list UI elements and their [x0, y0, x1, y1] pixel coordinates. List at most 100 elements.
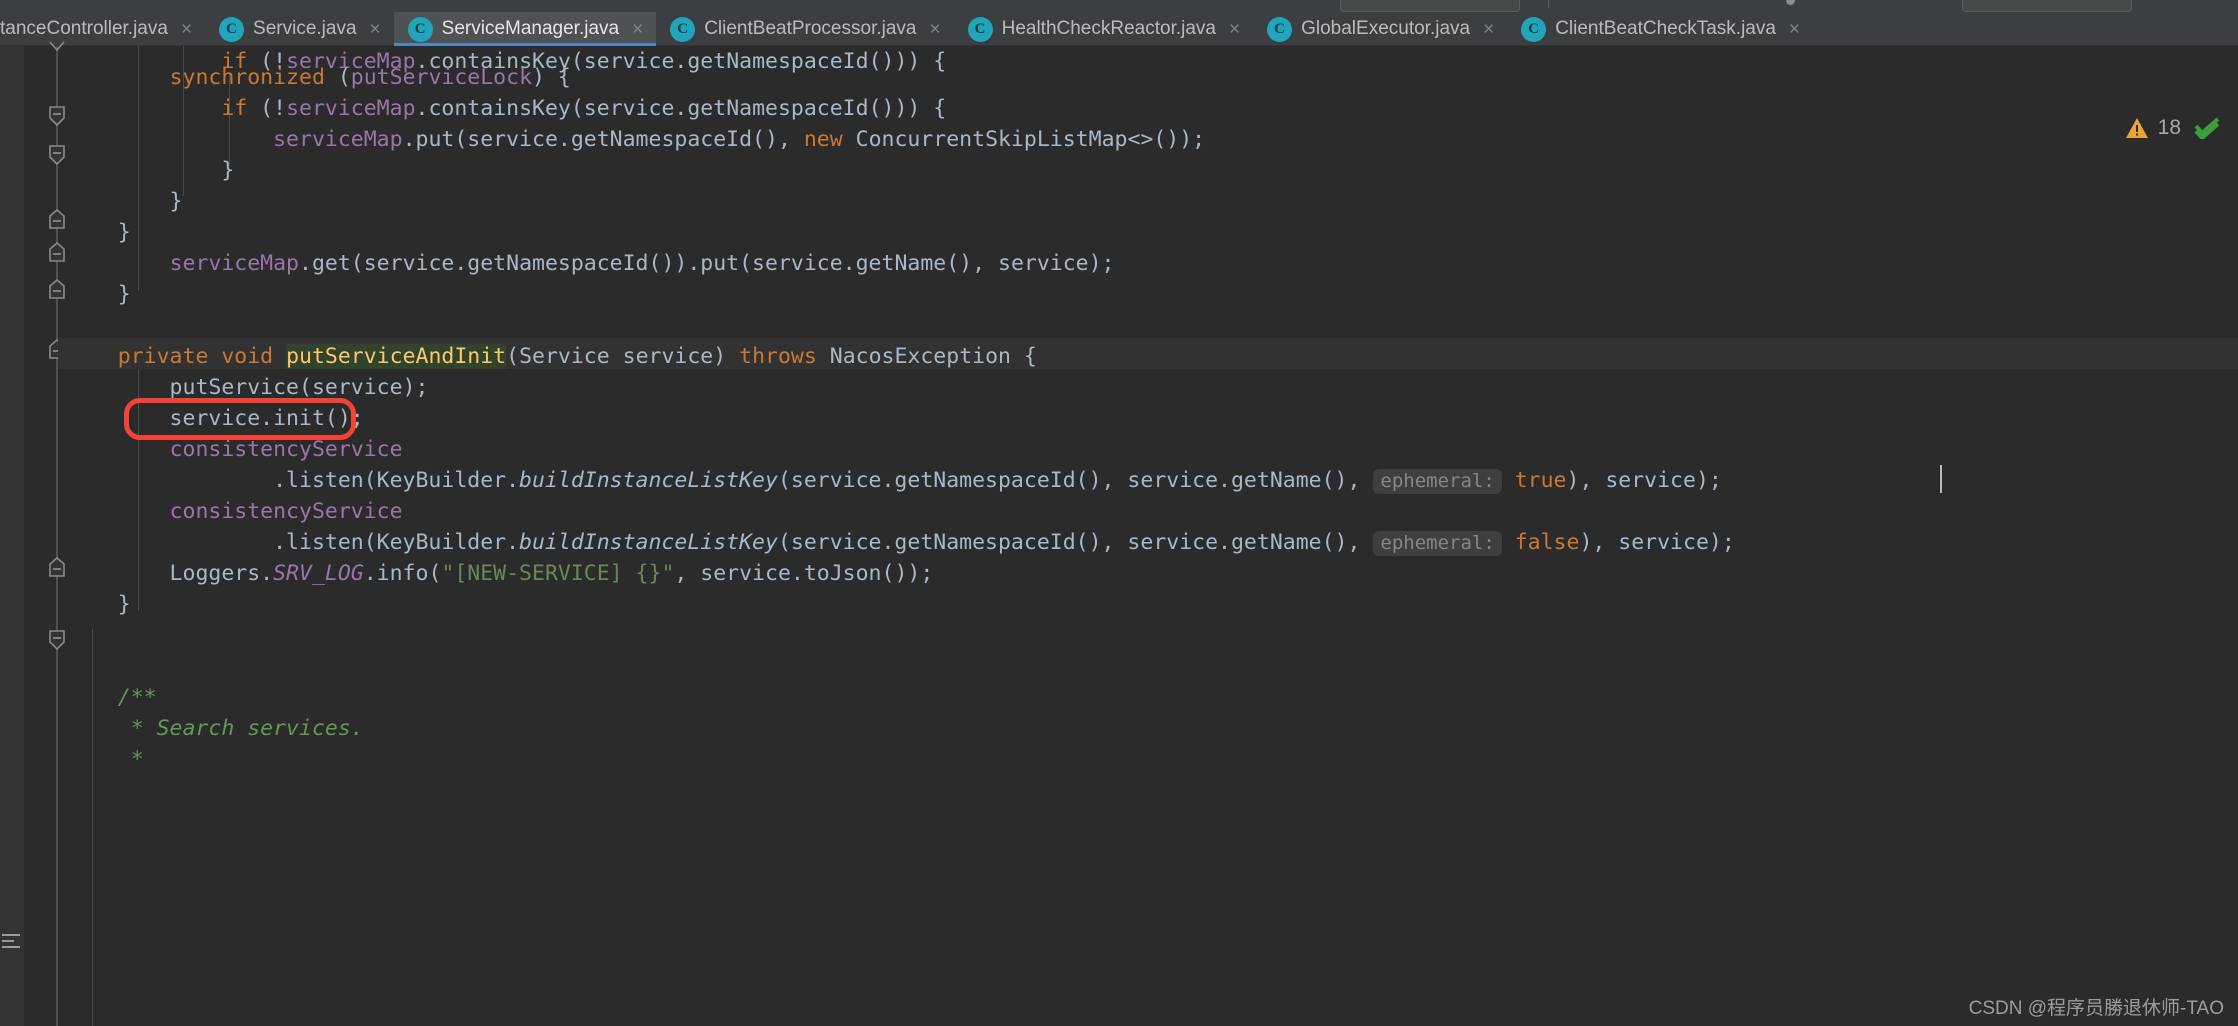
java-class-icon: C	[407, 16, 433, 42]
code-token: }	[66, 592, 131, 617]
code-token: throws	[739, 344, 817, 369]
code-line[interactable]: consistencyService	[0, 434, 2238, 465]
code-line[interactable]: serviceMap.get(service.getNamespaceId())…	[0, 248, 2238, 279]
inspection-status-widget[interactable]: 18	[2125, 116, 2220, 140]
code-line[interactable]: }	[0, 155, 2238, 186]
code-token: *	[66, 747, 144, 772]
warning-count: 18	[2157, 116, 2181, 139]
editor-tab-service[interactable]: C Service.java ×	[205, 12, 394, 46]
code-token: .listen(KeyBuilder.	[66, 530, 520, 555]
code-line[interactable]: service.init();	[0, 403, 2238, 434]
editor-tab-tancecontroller[interactable]: tanceController.java ×	[0, 12, 205, 46]
code-token: .put(service.getNamespaceId(),	[402, 127, 804, 152]
java-class-icon: C	[967, 16, 993, 42]
editor-tab-label: ServiceManager.java	[441, 18, 620, 39]
code-token: }	[66, 282, 131, 307]
code-line[interactable]: }	[0, 217, 2238, 248]
java-class-icon: C	[1267, 16, 1293, 42]
code-line[interactable]: .listen(KeyBuilder.buildInstanceListKey(…	[0, 465, 2238, 496]
code-token: (!	[247, 96, 287, 121]
code-line[interactable]: if (!serviceMap.containsKey(service.getN…	[0, 93, 2238, 124]
code-token: buildInstanceListKey	[519, 468, 778, 493]
close-icon[interactable]: ×	[1483, 20, 1494, 39]
editor-tab-label: ClientBeatCheckTask.java	[1555, 18, 1776, 39]
code-token: SRV_LOG	[273, 561, 364, 586]
code-token: consistencyService	[169, 499, 403, 524]
code-token: buildInstanceListKey	[519, 530, 778, 555]
close-icon[interactable]: ×	[632, 20, 643, 39]
code-line[interactable]: }	[0, 186, 2238, 217]
editor-tab-label: HealthCheckReactor.java	[1001, 18, 1216, 39]
code-token: (service.getNamespaceId(), service.getNa…	[777, 468, 1374, 493]
editor-tab-healthcheckreactor[interactable]: C HealthCheckReactor.java ×	[954, 12, 1254, 46]
code-token: * Search services.	[66, 716, 364, 741]
toolbar-separator	[1548, 0, 1549, 8]
code-line[interactable]	[0, 651, 2238, 682]
code-editor[interactable]: if (!serviceMap.containsKey(service.getN…	[0, 41, 2238, 1026]
code-token: .containsKey(service.getNamespaceId())) …	[415, 96, 947, 121]
code-token: /**	[66, 685, 157, 710]
code-token: (service.getNamespaceId(), service.getNa…	[777, 530, 1374, 555]
code-line[interactable]: consistencyService	[0, 496, 2238, 527]
close-icon[interactable]: ×	[929, 20, 940, 39]
code-token: false	[1514, 530, 1580, 555]
code-token: (Service service)	[506, 344, 740, 369]
code-line[interactable]: putService(service);	[0, 372, 2238, 403]
code-line[interactable]: * Search services.	[0, 713, 2238, 744]
editor-tab-servicemanager[interactable]: C ServiceManager.java ×	[393, 12, 657, 46]
text-caret	[1940, 465, 1942, 493]
code-line[interactable]: /**	[0, 682, 2238, 713]
java-class-icon: C	[1521, 16, 1547, 42]
java-class-icon: C	[670, 16, 696, 42]
editor-tab-label: ClientBeatProcessor.java	[704, 18, 917, 39]
code-token: synchronized	[169, 65, 325, 90]
close-icon[interactable]: ×	[370, 20, 381, 39]
code-token: .get(service.getNamespaceId()).put(servi…	[299, 251, 1115, 276]
code-token: ephemeral:	[1373, 531, 1502, 556]
code-token: ) {	[532, 65, 571, 90]
code-token: Loggers.	[66, 561, 274, 586]
code-token: }	[66, 220, 131, 245]
code-line[interactable]	[0, 310, 2238, 341]
editor-tab-bar: tanceController.java × C Service.java × C Serv…	[0, 12, 2238, 46]
code-token: service.init();	[66, 406, 364, 431]
code-line[interactable]	[0, 620, 2238, 651]
code-token: putService(service);	[66, 375, 429, 400]
editor-tab-clientbeatprocessor[interactable]: C ClientBeatProcessor.java ×	[656, 12, 953, 46]
code-token: ephemeral:	[1373, 469, 1502, 494]
close-icon[interactable]: ×	[181, 20, 192, 39]
close-icon[interactable]: ×	[1789, 20, 1800, 39]
watermark-text: CSDN @程序员勝退休师-TAO	[1968, 998, 2224, 1019]
code-line[interactable]: serviceMap.put(service.getNamespaceId(),…	[0, 124, 2238, 155]
code-token: serviceMap	[286, 96, 416, 121]
code-line[interactable]: }	[0, 279, 2238, 310]
code-line[interactable]: private void putServiceAndInit(Service s…	[0, 341, 2238, 372]
code-line[interactable]: .listen(KeyBuilder.buildInstanceListKey(…	[0, 527, 2238, 558]
code-token: .listen(KeyBuilder.	[66, 468, 520, 493]
editor-tab-globalexecutor[interactable]: C GlobalExecutor.java ×	[1253, 12, 1507, 46]
code-token: .info(	[363, 561, 442, 586]
code-token: NacosException {	[816, 344, 1037, 369]
code-line[interactable]: Loggers.SRV_LOG.info("[NEW-SERVICE] {}",…	[0, 558, 2238, 589]
toolbar-field-left[interactable]	[1340, 0, 1520, 12]
editor-tab-clientbeatchecktask[interactable]: C ClientBeatCheckTask.java ×	[1507, 12, 1813, 46]
close-icon[interactable]: ×	[1229, 20, 1240, 39]
code-line[interactable]: synchronized (putServiceLock) {	[0, 62, 2238, 93]
code-content[interactable]: if (!serviceMap.containsKey(service.getN…	[0, 46, 2238, 1026]
code-line[interactable]: }	[0, 589, 2238, 620]
code-token: putServiceLock	[350, 65, 533, 90]
toolbar-indicator-dot	[1786, 0, 1795, 5]
toolbar-strip	[0, 0, 2238, 12]
ok-check-icon	[2194, 117, 2220, 139]
code-line[interactable]: *	[0, 744, 2238, 775]
toolbar-field-right[interactable]	[1962, 0, 2132, 12]
code-token: true	[1514, 468, 1567, 493]
